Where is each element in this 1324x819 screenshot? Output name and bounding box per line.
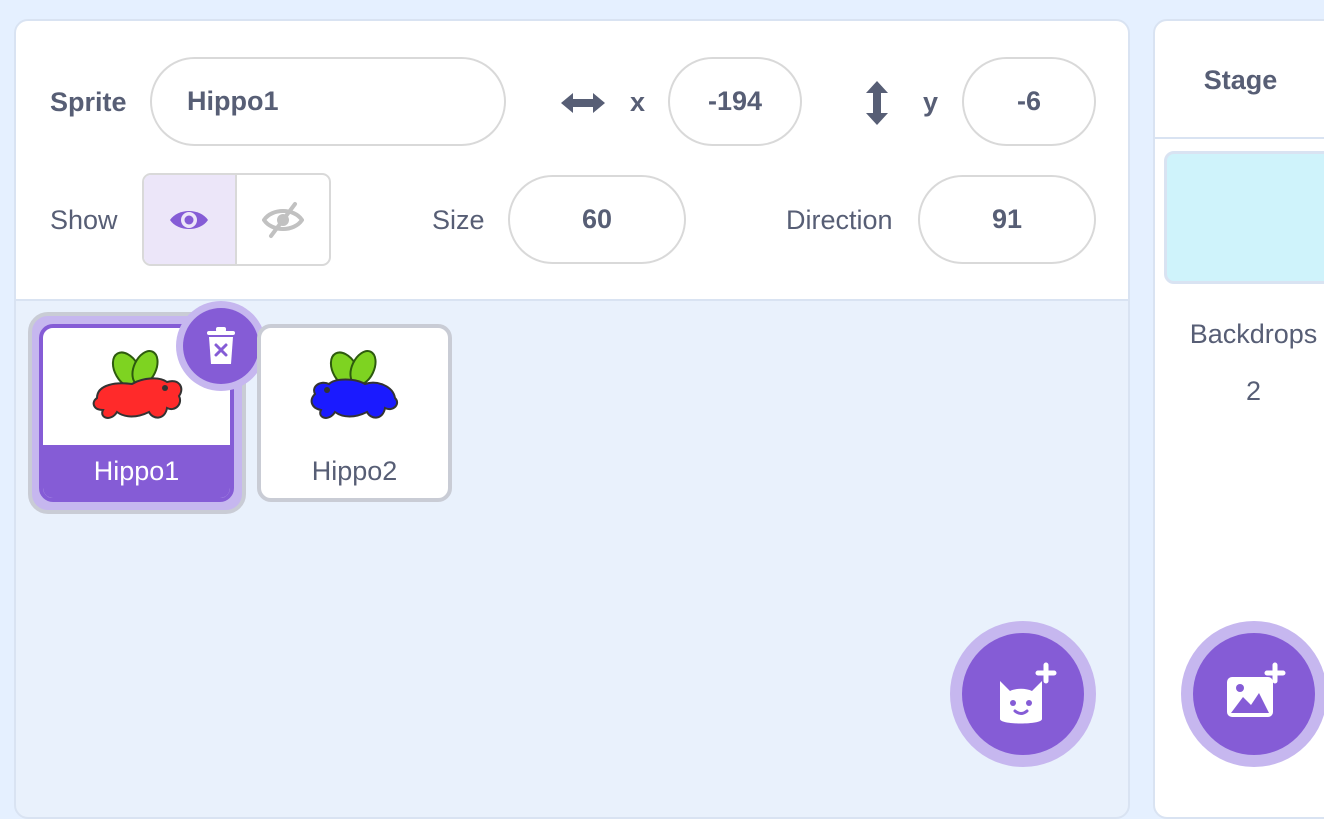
size-input[interactable]: 60 — [508, 175, 686, 264]
sprite-pane: Sprite Hippo1 x -194 y -6 Show Size 60 D… — [14, 19, 1130, 819]
x-input[interactable]: -194 — [668, 57, 802, 146]
stage-pane: Stage Backdrops 2 — [1153, 19, 1324, 819]
direction-input[interactable]: 91 — [918, 175, 1096, 264]
horizontal-arrows-icon — [561, 93, 605, 113]
add-sprite-button[interactable] — [962, 633, 1084, 755]
vertical-arrows-icon — [866, 81, 888, 125]
hippo2-thumbnail — [310, 350, 399, 419]
sprite-info: Sprite Hippo1 x -194 y -6 Show Size 60 D… — [16, 21, 1128, 301]
eye-slash-icon — [261, 201, 304, 238]
hippo1-thumbnail — [92, 350, 183, 419]
show-visible-button[interactable] — [144, 175, 237, 264]
image-plus-icon — [1227, 662, 1286, 717]
show-hidden-button[interactable] — [237, 175, 330, 264]
stage-divider — [1155, 137, 1324, 139]
sprite-name-input[interactable]: Hippo1 — [150, 57, 506, 146]
stage-backdrop-thumbnail[interactable] — [1164, 151, 1324, 284]
trash-icon — [207, 327, 235, 364]
show-label: Show — [50, 205, 118, 235]
sprite-tile-hippo2[interactable]: Hippo2 — [257, 324, 452, 502]
sprite-tile-label: Hippo1 — [43, 445, 230, 498]
delete-sprite-button[interactable] — [183, 308, 259, 384]
backdrops-label: Backdrops — [1189, 319, 1318, 349]
add-backdrop-button[interactable] — [1193, 633, 1315, 755]
y-label: y — [923, 87, 939, 117]
stage-title: Stage — [1203, 64, 1278, 95]
size-label: Size — [432, 205, 485, 235]
y-input[interactable]: -6 — [962, 57, 1096, 146]
x-label: x — [630, 87, 646, 117]
show-toggle-group — [142, 173, 331, 266]
sprite-label: Sprite — [50, 87, 127, 117]
cat-plus-icon — [1000, 662, 1057, 724]
sprite-tile-label: Hippo2 — [311, 456, 398, 486]
backdrops-count: 2 — [1245, 376, 1262, 406]
eye-icon — [170, 210, 209, 229]
direction-label: Direction — [786, 205, 893, 235]
